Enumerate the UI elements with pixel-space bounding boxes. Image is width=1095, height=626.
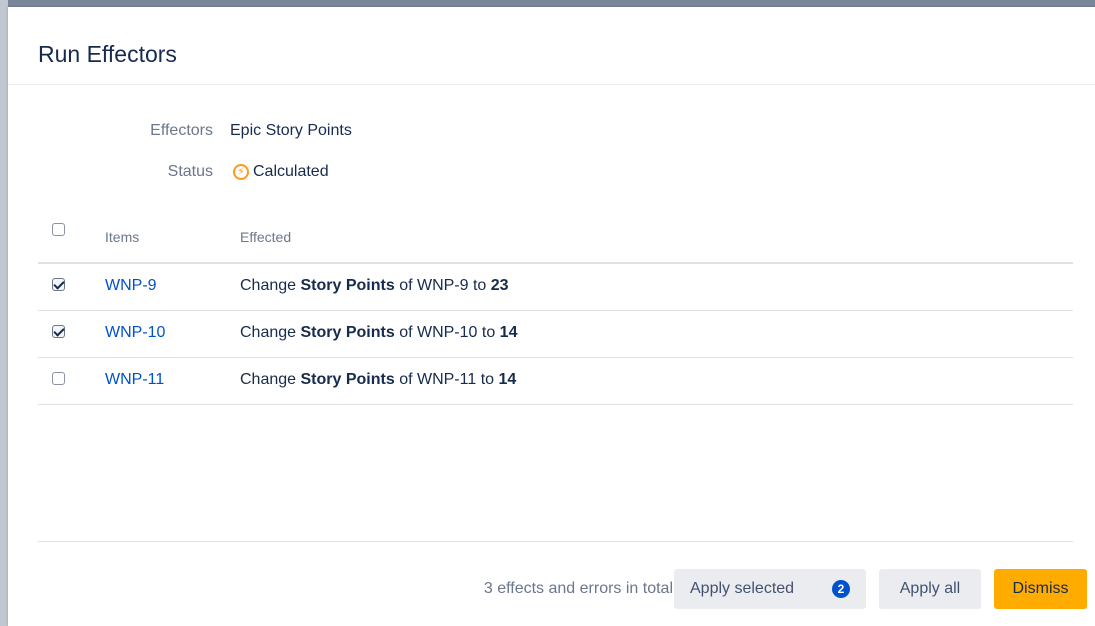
run-effectors-dialog: Run Effectors Effectors Epic Story Point… (8, 7, 1095, 626)
status-row: Status ⚡ Calculated (8, 163, 708, 185)
item-link[interactable]: WNP-10 (105, 324, 165, 342)
effects-total-text: 3 effects and errors in total (483, 580, 673, 597)
effectors-value: Epic Story Points (230, 122, 352, 139)
table-row: WNP-9 Change Story Points of WNP-9 to 23 (38, 264, 1073, 311)
table-row: WNP-11 Change Story Points of WNP-11 to … (38, 358, 1073, 405)
effects-table: Items Effected WNP-9 Change Story Points… (38, 212, 1073, 405)
status-label: Status (167, 163, 213, 180)
dialog-header: Run Effectors (8, 7, 1095, 85)
effect-description: Change Story Points of WNP-10 to 14 (240, 324, 518, 341)
selected-count-badge: 2 (832, 580, 850, 598)
background-page-edge (0, 0, 1095, 7)
effect-description: Change Story Points of WNP-11 to 14 (240, 371, 517, 388)
item-link[interactable]: WNP-11 (105, 371, 164, 389)
apply-selected-button[interactable]: Apply selected 2 (674, 569, 866, 609)
table-row: WNP-10 Change Story Points of WNP-10 to … (38, 311, 1073, 358)
effectors-label: Effectors (150, 122, 213, 139)
select-all-checkbox[interactable] (52, 223, 65, 236)
background-page-edge-left (0, 0, 8, 626)
dismiss-button[interactable]: Dismiss (994, 569, 1087, 609)
status-value: Calculated (253, 163, 329, 180)
effect-description: Change Story Points of WNP-9 to 23 (240, 277, 509, 294)
items-column-header: Items (105, 229, 140, 245)
row-checkbox[interactable] (52, 325, 65, 338)
row-checkbox[interactable] (52, 372, 65, 385)
item-link[interactable]: WNP-9 (105, 277, 157, 295)
dialog-title: Run Effectors (38, 41, 177, 67)
footer-divider (38, 541, 1073, 542)
apply-all-button[interactable]: Apply all (879, 569, 981, 609)
dialog-footer: 3 effects and errors in total Apply sele… (8, 569, 1095, 609)
effected-column-header: Effected (240, 229, 292, 245)
table-header: Items Effected (38, 212, 1073, 264)
apply-selected-label: Apply selected (690, 580, 795, 597)
row-checkbox[interactable] (52, 278, 65, 291)
lightning-icon: ⚡ (233, 164, 249, 180)
effectors-row: Effectors Epic Story Points (8, 122, 708, 144)
